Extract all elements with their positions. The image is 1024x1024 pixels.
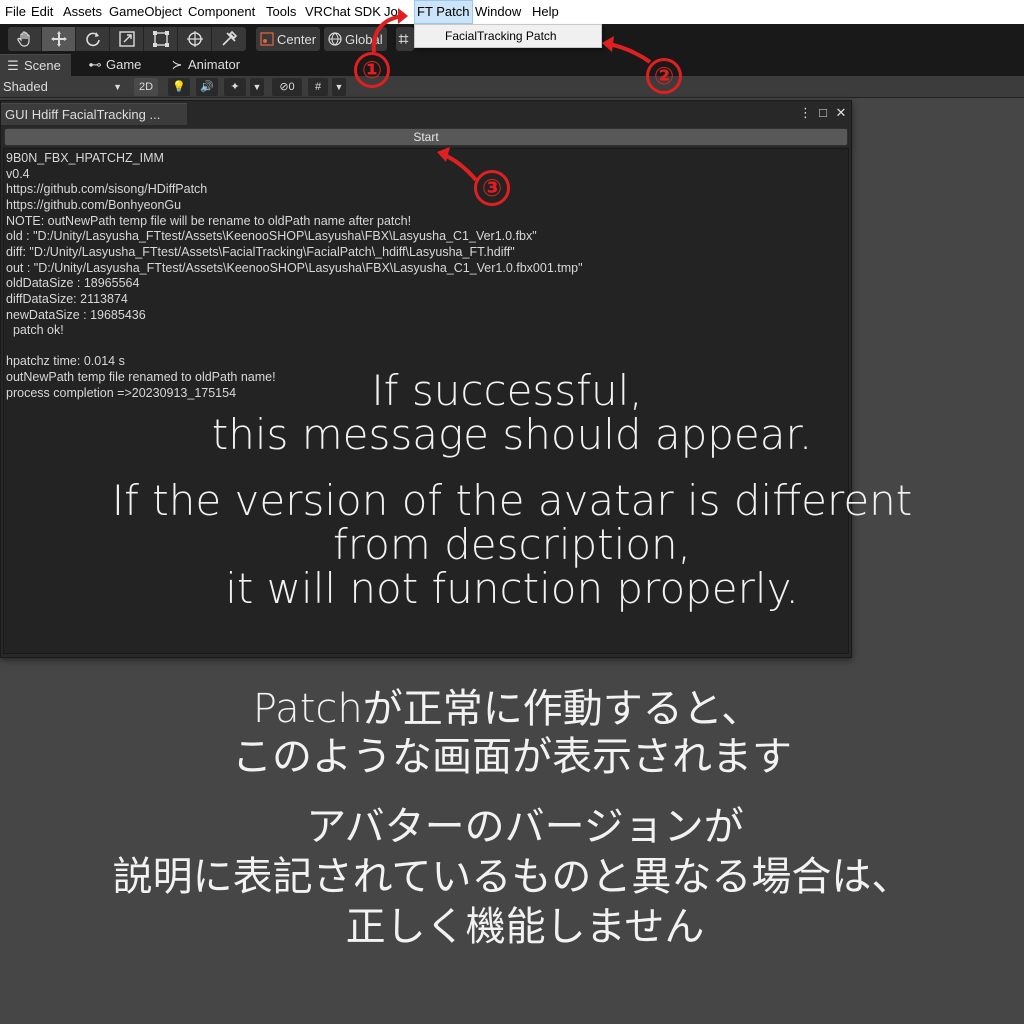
maximize-icon[interactable]: □ [817,106,829,120]
scene-toolbar: Shaded ▼ 2D 💡 🔊 ✦ ▼ ⊘0 # ▼ [0,76,1024,98]
grid-snap-icon [398,34,409,44]
menu-help[interactable]: Help [530,0,561,24]
overlay-en-line2: this message should appear. [211,410,813,459]
log-line: diff: "D:/Unity/Lasyusha_FTtest/Assets\F… [6,245,515,259]
eye-off-icon: ⊘ [279,81,289,93]
menu-ft-patch[interactable]: FT Patch [414,0,473,24]
log-line: https://github.com/BonhyeonGu [6,198,182,212]
menu-component[interactable]: Component [186,0,257,24]
move-icon[interactable] [42,27,76,51]
rect-icon[interactable] [144,27,178,51]
menu-file[interactable]: File [3,0,28,24]
overlay-en-line5: it will not function properly. [225,564,799,613]
step-marker-2: ② [646,58,682,94]
log-line: v0.4 [6,167,30,181]
more-options-icon[interactable]: ⋮ [799,106,812,120]
transform-icon[interactable] [178,27,212,51]
overlay-jp-line2: このような画面が表示されます [232,734,792,780]
caret-down-icon: ▼ [113,82,122,92]
transform-tools [8,27,246,51]
menu-bar: File Edit Assets GameObject Component To… [0,0,1024,24]
grid-icon: ☰ [7,58,19,73]
hand-icon[interactable] [8,27,42,51]
log-line: patch ok! [6,323,64,337]
menu-item-facialtracking-patch[interactable]: FacialTracking Patch [415,25,601,47]
menu-vrchat-sdk[interactable]: VRChat SDK [303,0,383,24]
start-button[interactable]: Start [4,128,848,146]
lighting-icon[interactable]: 💡 [168,78,190,96]
grid-snap-button[interactable] [396,27,414,51]
menu-assets[interactable]: Assets [61,0,104,24]
menu-window[interactable]: Window [473,0,523,24]
overlay-en-line1: If successful, [371,366,643,415]
log-line: out : "D:/Unity/Lasyusha_FTtest/Assets\K… [6,261,583,275]
space-label: Global [345,31,383,47]
grid-toggle-icon[interactable]: # [308,78,328,96]
tab-scene[interactable]: ☰ Scene [0,54,71,76]
animator-icon: ≻ [171,57,183,72]
log-line: 9B0N_FBX_HPATCHZ_IMM [6,151,164,165]
audio-icon[interactable]: 🔊 [196,78,218,96]
log-line: https://github.com/sisong/HDiffPatch [6,182,208,196]
menu-edit[interactable]: Edit [29,0,55,24]
pivot-icon [260,32,274,46]
log-line: diffDataSize: 2113874 [6,292,128,306]
gamepad-icon: ⊷ [88,57,102,72]
space-global-button[interactable]: Global [324,27,387,51]
globe-icon [328,32,342,46]
overlay-jp-line5: 正しく機能しません [345,904,705,950]
hidden-objects-toggle[interactable]: ⊘0 [272,78,302,96]
menu-gameobject[interactable]: GameObject [107,0,184,24]
overlay-en-line3: If the version of the avatar is differen… [111,476,913,525]
effects-icon[interactable]: ✦ [224,78,246,96]
overlay-en-line4: from description, [333,520,691,569]
scale-icon[interactable] [110,27,144,51]
tab-animator[interactable]: ≻ Animator [164,54,250,76]
shading-mode-select[interactable]: Shaded ▼ [0,76,128,98]
log-line: NOTE: outNewPath temp file will be renam… [6,214,412,228]
close-icon[interactable]: ✕ [835,106,847,120]
window-titlebar: GUI Hdiff FacialTracking ... ⋮ □ ✕ [1,101,851,125]
log-line: old : "D:/Unity/Lasyusha_FTtest/Assets\K… [6,229,537,243]
step-marker-3: ③ [474,170,510,206]
rotate-icon[interactable] [76,27,110,51]
log-line: newDataSize : 19685436 [6,308,146,322]
menu-tools[interactable]: Tools [264,0,298,24]
window-controls: ⋮ □ ✕ [799,104,847,122]
step-marker-1: ① [354,52,390,88]
menu-jo[interactable]: Jo [382,0,400,24]
window-tab[interactable]: GUI Hdiff FacialTracking ... [1,103,187,125]
grid-dropdown-icon[interactable]: ▼ [332,78,346,96]
ft-patch-dropdown: FacialTracking Patch [414,24,602,48]
pivot-label: Center [277,31,317,47]
log-line: oldDataSize : 18965564 [6,276,140,290]
effects-dropdown-icon[interactable]: ▼ [250,78,264,96]
2d-toggle[interactable]: 2D [134,78,158,96]
tab-game[interactable]: ⊷ Game [82,54,151,76]
editor-tab-strip: ☰ Scene ⊷ Game ≻ Animator [0,54,1024,76]
pivot-center-button[interactable]: Center [256,27,321,51]
custom-tool-icon[interactable] [212,27,246,51]
